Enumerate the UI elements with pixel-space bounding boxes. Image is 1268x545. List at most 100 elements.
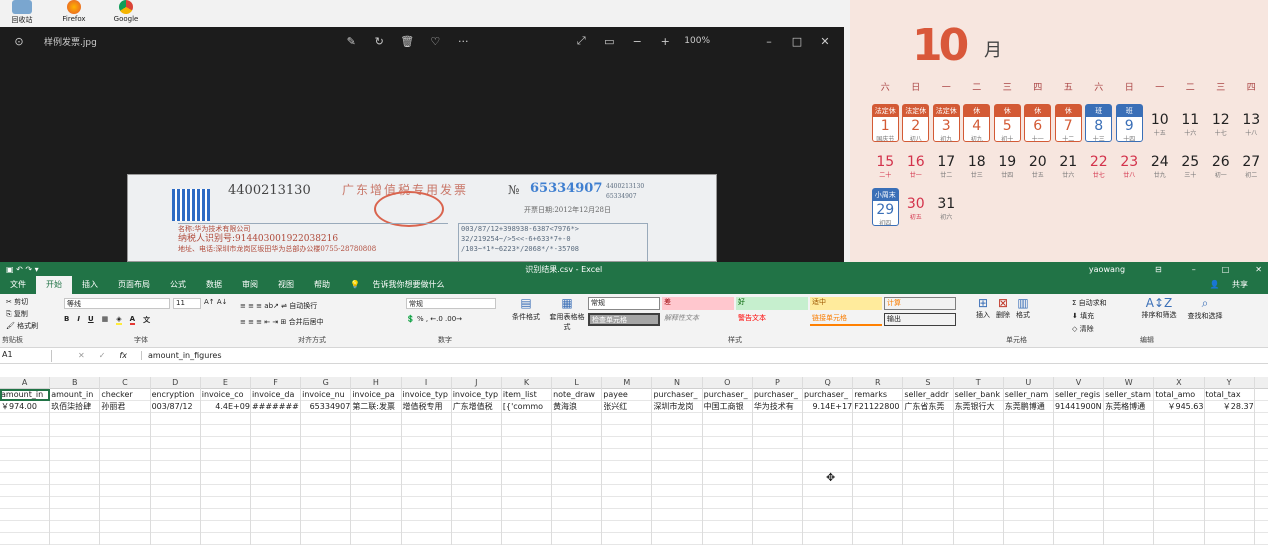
empty-cell[interactable] xyxy=(402,413,452,425)
empty-cell[interactable] xyxy=(652,473,703,485)
format-table-button[interactable]: ▦ 套用表格格式 xyxy=(548,296,586,332)
empty-cell[interactable] xyxy=(1154,533,1205,545)
header-cell[interactable]: invoice_da xyxy=(251,389,302,401)
calendar-day[interactable]: 24 廿九 xyxy=(1145,146,1176,184)
calendar-day[interactable]: 班 9 十四 xyxy=(1115,104,1143,143)
header-cell[interactable]: seller_nam xyxy=(1004,389,1054,401)
empty-cell[interactable] xyxy=(1104,425,1155,437)
header-cell[interactable]: invoice_typ xyxy=(402,389,452,401)
empty-cell[interactable] xyxy=(502,425,553,437)
empty-cell[interactable] xyxy=(954,509,1004,521)
column-header[interactable]: T xyxy=(954,377,1004,389)
empty-cell[interactable] xyxy=(602,473,653,485)
italic-button[interactable]: I xyxy=(77,315,80,325)
favorite-icon[interactable]: ♡ xyxy=(426,32,444,50)
empty-cell[interactable] xyxy=(50,509,101,521)
header-cell[interactable]: remarks xyxy=(853,389,904,401)
column-header[interactable]: C xyxy=(100,377,151,389)
empty-cell[interactable] xyxy=(803,449,854,461)
empty-cell[interactable] xyxy=(201,437,251,449)
empty-cell[interactable] xyxy=(703,485,753,497)
calendar-day[interactable]: 19 廿四 xyxy=(992,146,1023,184)
column-header[interactable]: V xyxy=(1054,377,1105,389)
column-header[interactable]: Q xyxy=(803,377,854,389)
empty-cell[interactable] xyxy=(351,521,402,533)
header-cell[interactable]: purchaser_ xyxy=(803,389,854,401)
column-header[interactable]: X xyxy=(1154,377,1205,389)
empty-cell[interactable] xyxy=(652,437,703,449)
header-cell[interactable]: purchaser_ xyxy=(652,389,703,401)
empty-cell[interactable] xyxy=(151,509,201,521)
empty-cell[interactable] xyxy=(351,473,402,485)
align-left-icon[interactable]: ≡ ≡ ≡ xyxy=(240,318,262,326)
empty-cell[interactable] xyxy=(301,533,352,545)
empty-cell[interactable] xyxy=(803,497,854,509)
empty-cell[interactable] xyxy=(50,533,101,545)
empty-cell[interactable] xyxy=(1205,437,1255,449)
empty-cell[interactable] xyxy=(1154,509,1205,521)
empty-cell[interactable] xyxy=(1004,497,1054,509)
empty-cell[interactable] xyxy=(602,497,653,509)
cut-button[interactable]: ✂ 剪切 xyxy=(6,296,38,308)
empty-cell[interactable] xyxy=(502,521,553,533)
formula-input[interactable]: amount_in_figures xyxy=(140,351,1268,360)
tab-file[interactable]: 文件 xyxy=(0,276,36,294)
maximize-icon[interactable]: □ xyxy=(1222,265,1230,274)
calendar-day[interactable]: 25 三十 xyxy=(1175,146,1206,184)
empty-cell[interactable] xyxy=(1154,485,1205,497)
zoom-out-icon[interactable]: − xyxy=(628,32,646,50)
column-header[interactable]: O xyxy=(703,377,753,389)
empty-cell[interactable] xyxy=(954,473,1004,485)
empty-cell[interactable] xyxy=(351,509,402,521)
desktop-icon-recycle-bin[interactable]: 回收站 xyxy=(0,0,44,25)
empty-cell[interactable] xyxy=(100,521,151,533)
calendar-day[interactable]: 30 初五 xyxy=(901,188,932,226)
empty-cell[interactable] xyxy=(0,449,51,461)
data-cell[interactable]: 张兴红 xyxy=(602,401,653,413)
data-cell[interactable]: 91441900N xyxy=(1054,401,1105,413)
empty-cell[interactable] xyxy=(1104,497,1155,509)
more-icon[interactable]: ··· xyxy=(454,32,472,50)
empty-cell[interactable] xyxy=(402,461,452,473)
empty-cell[interactable] xyxy=(954,461,1004,473)
empty-cell[interactable] xyxy=(803,413,854,425)
data-cell[interactable]: 第二联:发票 xyxy=(351,401,402,413)
empty-cell[interactable] xyxy=(954,437,1004,449)
empty-cell[interactable] xyxy=(1104,473,1155,485)
empty-cell[interactable] xyxy=(1205,449,1255,461)
empty-cell[interactable] xyxy=(351,461,402,473)
empty-cell[interactable] xyxy=(853,449,904,461)
data-cell[interactable]: [{'commo xyxy=(502,401,553,413)
empty-cell[interactable] xyxy=(0,533,51,545)
bold-button[interactable]: B xyxy=(64,315,69,325)
data-cell[interactable]: F21122800 xyxy=(853,401,904,413)
empty-cell[interactable] xyxy=(452,449,502,461)
empty-cell[interactable] xyxy=(402,473,452,485)
cancel-formula-icon[interactable]: ✕ xyxy=(78,351,85,360)
empty-cell[interactable] xyxy=(903,509,954,521)
empty-cell[interactable] xyxy=(552,413,603,425)
style-warning[interactable]: 警告文本 xyxy=(736,313,808,326)
empty-cell[interactable] xyxy=(251,461,302,473)
data-cell[interactable]: 9.14E+17 xyxy=(803,401,854,413)
empty-cell[interactable] xyxy=(853,437,904,449)
empty-cell[interactable] xyxy=(703,413,753,425)
empty-cell[interactable] xyxy=(1154,425,1205,437)
share-button[interactable]: 👤 共享 xyxy=(1199,276,1268,294)
empty-cell[interactable] xyxy=(301,449,352,461)
close-icon[interactable]: ✕ xyxy=(816,32,834,50)
tell-me-box[interactable]: 💡 告诉我你想要做什么 xyxy=(340,276,465,294)
close-icon[interactable]: ✕ xyxy=(1255,265,1262,274)
empty-cell[interactable] xyxy=(201,413,251,425)
empty-cell[interactable] xyxy=(602,485,653,497)
column-header[interactable]: J xyxy=(452,377,502,389)
style-linked-cell[interactable]: 链接单元格 xyxy=(810,313,882,326)
conditional-format-button[interactable]: ▤ 条件格式 xyxy=(506,296,546,322)
empty-cell[interactable] xyxy=(1054,521,1105,533)
empty-cell[interactable] xyxy=(1054,425,1105,437)
align-top-icon[interactable]: ≡ ≡ ≡ xyxy=(240,302,262,310)
empty-cell[interactable] xyxy=(301,425,352,437)
empty-cell[interactable] xyxy=(853,509,904,521)
fullscreen-icon[interactable]: ⤢ xyxy=(572,32,590,50)
empty-cell[interactable] xyxy=(753,497,803,509)
